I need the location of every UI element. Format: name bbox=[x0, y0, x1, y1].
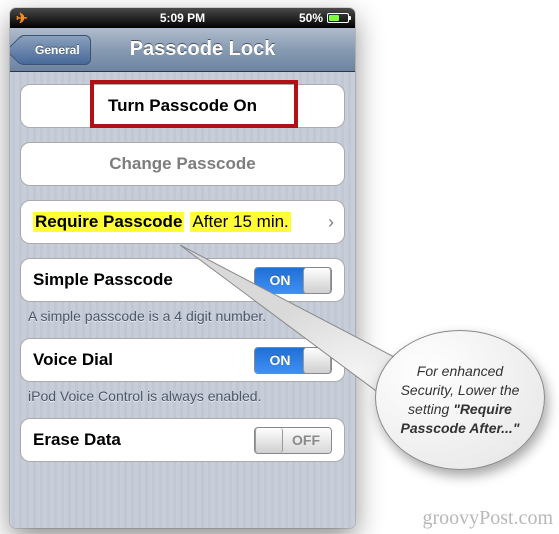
turn-passcode-on-button[interactable]: Turn Passcode On bbox=[20, 84, 345, 128]
back-button-label: General bbox=[35, 43, 80, 57]
require-passcode-label: Require Passcode bbox=[33, 212, 184, 232]
nav-bar: General Passcode Lock bbox=[10, 28, 355, 72]
simple-passcode-row: Simple Passcode ON OFF bbox=[20, 258, 345, 302]
annotation-callout: For enhanced Security, Lower the setting… bbox=[375, 330, 545, 470]
simple-passcode-footer: A simple passcode is a 4 digit number. bbox=[20, 302, 345, 324]
battery-percent: 50% bbox=[299, 11, 323, 25]
toggle-on-text: ON bbox=[255, 268, 305, 293]
simple-passcode-label: Simple Passcode bbox=[33, 270, 173, 290]
settings-content: Turn Passcode On Change Passcode Require… bbox=[10, 72, 355, 528]
toggle-knob bbox=[303, 348, 331, 373]
back-button[interactable]: General bbox=[18, 35, 91, 65]
watermark: groovyPost.com bbox=[422, 507, 553, 530]
change-passcode-label: Change Passcode bbox=[109, 154, 255, 174]
toggle-off-text: OFF bbox=[281, 428, 331, 453]
erase-data-label: Erase Data bbox=[33, 430, 121, 450]
erase-data-toggle[interactable]: ON OFF bbox=[254, 427, 332, 454]
simple-passcode-toggle[interactable]: ON OFF bbox=[254, 267, 332, 294]
chevron-right-icon: › bbox=[328, 212, 334, 233]
voice-dial-footer: iPod Voice Control is always enabled. bbox=[20, 382, 345, 404]
turn-passcode-on-label: Turn Passcode On bbox=[108, 96, 257, 116]
status-bar: ✈ 5:09 PM 50% bbox=[10, 8, 355, 28]
require-passcode-row[interactable]: Require Passcode After 15 min. › bbox=[20, 200, 345, 244]
battery-icon bbox=[327, 13, 349, 23]
toggle-knob bbox=[255, 428, 283, 453]
toggle-knob bbox=[303, 268, 331, 293]
require-passcode-value: After 15 min. bbox=[190, 212, 290, 232]
device-frame: ✈ 5:09 PM 50% General Passcode Lock Turn… bbox=[10, 8, 355, 528]
voice-dial-toggle[interactable]: ON OFF bbox=[254, 347, 332, 374]
airplane-mode-icon: ✈ bbox=[16, 11, 28, 25]
status-time: 5:09 PM bbox=[160, 11, 205, 25]
change-passcode-button[interactable]: Change Passcode bbox=[20, 142, 345, 186]
voice-dial-label: Voice Dial bbox=[33, 350, 113, 370]
voice-dial-row: Voice Dial ON OFF bbox=[20, 338, 345, 382]
erase-data-row: Erase Data ON OFF bbox=[20, 418, 345, 462]
toggle-on-text: ON bbox=[255, 348, 305, 373]
